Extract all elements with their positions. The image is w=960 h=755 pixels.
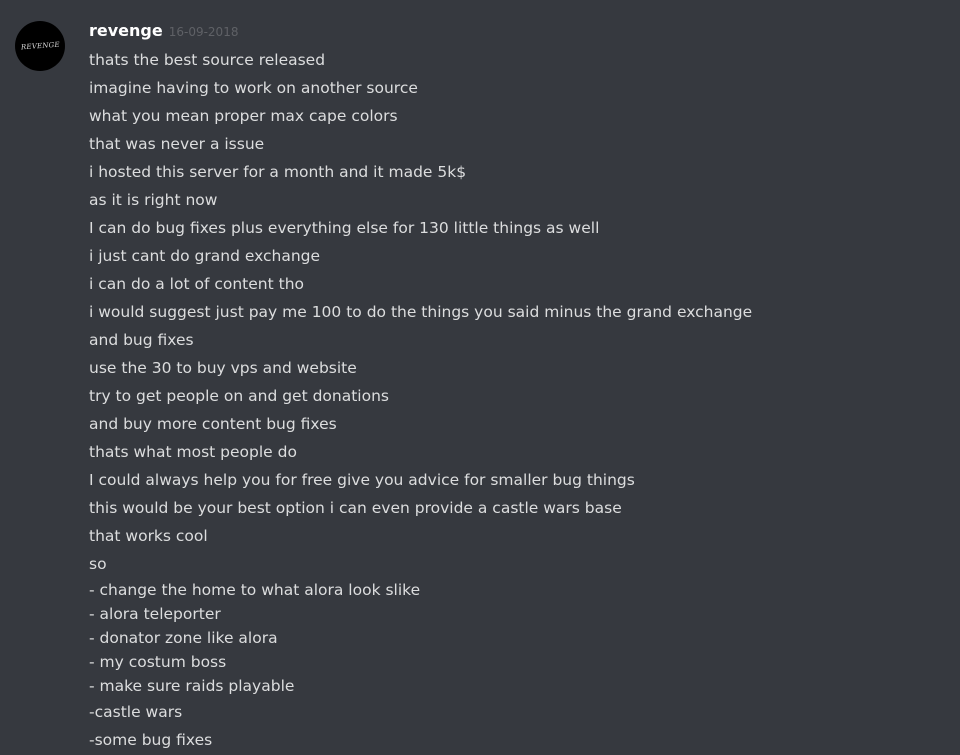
message-header: revenge 16-09-2018 [89,21,238,43]
message-timestamp: 16-09-2018 [168,25,239,39]
message-line: so [89,555,107,573]
message-line: i just cant do grand exchange [89,247,321,265]
list-item: - donator zone like alora [89,629,278,647]
message-line: I can do bug fixes plus everything else … [89,219,600,237]
message-line: I could always help you for free give yo… [89,471,635,489]
list-item: - my costum boss [89,653,227,671]
message-line: i can do a lot of content tho [89,275,304,293]
message-line: and bug fixes [89,331,194,349]
message-line: imagine having to work on another source [89,79,418,97]
message-line: try to get people on and get donations [89,387,389,405]
message-line: -some bug fixes [89,731,213,749]
message-line: that was never a issue [89,135,265,153]
message-line: what you mean proper max cape colors [89,107,398,125]
list-item: - change the home to what alora look sli… [89,581,421,599]
message-line: thats what most people do [89,443,297,461]
message-line: -castle wars [89,703,183,721]
message-line: this would be your best option i can eve… [89,499,622,517]
message-line: i hosted this server for a month and it … [89,163,467,181]
message-line: that works cool [89,527,208,545]
message-line: i would suggest just pay me 100 to do th… [89,303,753,321]
message-line: and buy more content bug fixes [89,415,337,433]
message-line: use the 30 to buy vps and website [89,359,357,377]
avatar-logo: REVENGE [20,40,60,52]
message-content: thats the best source released imagine h… [89,46,949,754]
list-item: - make sure raids playable [89,677,295,695]
message-line: as it is right now [89,191,218,209]
message-group: REVENGE revenge 16-09-2018 thats the bes… [0,0,960,755]
message-line: thats the best source released [89,51,326,69]
user-avatar[interactable]: REVENGE [15,21,65,71]
list-item: - alora teleporter [89,605,221,623]
username[interactable]: revenge [89,21,163,40]
